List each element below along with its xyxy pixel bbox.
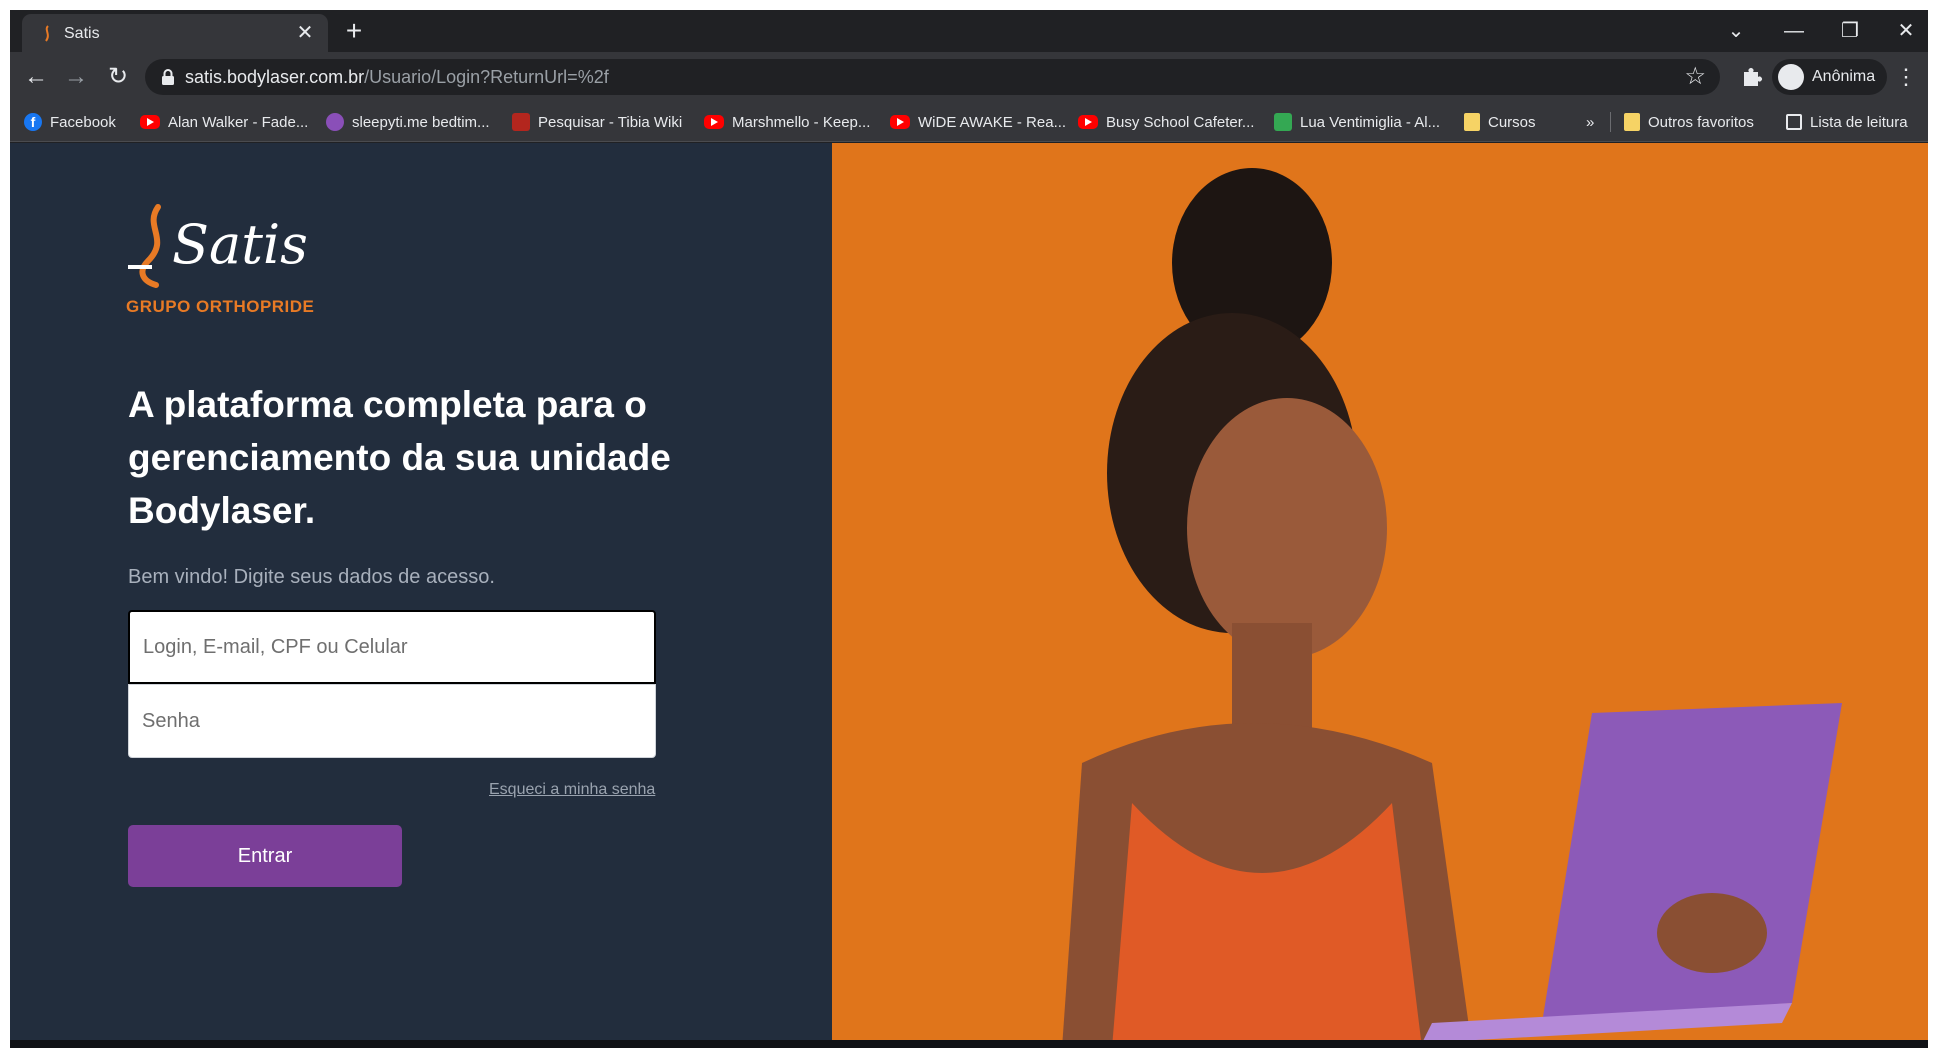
- bookmark-label: Busy School Cafeter...: [1106, 113, 1255, 131]
- bookmark-alan-walker[interactable]: Alan Walker - Fade...: [140, 111, 308, 133]
- other-bookmarks-label: Outros favoritos: [1648, 113, 1754, 131]
- sleepytime-icon: [326, 113, 344, 131]
- bookmark-busy-school[interactable]: Busy School Cafeter...: [1078, 111, 1254, 133]
- password-input[interactable]: [128, 684, 656, 758]
- facebook-icon: f: [24, 113, 42, 131]
- satis-logo: Satis GRUPO ORTHOPRIDE: [126, 203, 326, 316]
- forward-button[interactable]: →: [60, 61, 92, 93]
- url-host: satis.bodylaser.com.br: [185, 67, 365, 87]
- folder-icon: [1624, 113, 1640, 131]
- reload-button[interactable]: ↻: [102, 61, 134, 93]
- tab-title: Satis: [64, 25, 100, 42]
- tab-strip: Satis ✕ + ⌄ — ❐ ✕: [10, 10, 1928, 52]
- welcome-subtitle: Bem vindo! Digite seus dados de acesso.: [128, 566, 495, 588]
- browser-window: Satis ✕ + ⌄ — ❐ ✕ ← → ↻ satis.bodylaser.…: [10, 10, 1928, 1048]
- submit-button[interactable]: Entrar: [128, 825, 402, 887]
- bookmark-label: sleepyti.me bedtim...: [352, 113, 490, 131]
- back-button[interactable]: ←: [20, 61, 52, 93]
- tab-search-icon[interactable]: ⌄: [1716, 18, 1756, 44]
- bookmark-label: Alan Walker - Fade...: [168, 113, 309, 131]
- new-tab-button[interactable]: +: [340, 17, 368, 46]
- url-path: /Usuario/Login?ReturnUrl=%2f: [364, 67, 609, 87]
- incognito-icon: [1778, 64, 1804, 90]
- profile-label: Anônima: [1812, 68, 1876, 85]
- bookmarks-bar: f Facebook Alan Walker - Fade... sleepyt…: [10, 102, 1928, 142]
- bookmark-label: Marshmello - Keep...: [732, 113, 871, 131]
- forgot-password-link[interactable]: Esqueci a minha senha: [489, 781, 655, 799]
- reading-list-button[interactable]: Lista de leitura: [1786, 111, 1908, 133]
- map-icon: [1274, 113, 1292, 131]
- youtube-icon: [890, 115, 910, 129]
- login-panel: Satis GRUPO ORTHOPRIDE A plataforma comp…: [10, 143, 832, 1048]
- bookmark-folder-cursos[interactable]: Cursos: [1464, 111, 1536, 133]
- close-window-button[interactable]: ✕: [1886, 18, 1926, 44]
- bookmark-lua-ventimiglia[interactable]: Lua Ventimiglia - Al...: [1274, 111, 1440, 133]
- browser-menu-icon[interactable]: ⋮: [1894, 61, 1918, 93]
- taskbar-strip: [10, 1040, 1928, 1048]
- login-input[interactable]: [128, 610, 656, 684]
- restore-button[interactable]: ❐: [1830, 18, 1870, 44]
- browser-toolbar: ← → ↻ satis.bodylaser.com.br/Usuario/Log…: [10, 52, 1928, 102]
- tab-satis[interactable]: Satis ✕: [22, 14, 328, 52]
- profile-button[interactable]: Anônima: [1772, 59, 1887, 95]
- bookmark-label: Cursos: [1488, 113, 1536, 131]
- bookmark-marshmello[interactable]: Marshmello - Keep...: [704, 111, 870, 133]
- youtube-icon: [1078, 115, 1098, 129]
- satis-favicon-icon: [45, 25, 49, 42]
- bookmark-label: Pesquisar - Tibia Wiki: [538, 113, 683, 131]
- bookmark-label: Lua Ventimiglia - Al...: [1300, 113, 1441, 131]
- bookmark-sleepytime[interactable]: sleepyti.me bedtim...: [326, 111, 490, 133]
- bookmark-label: WiDE AWAKE - Rea...: [918, 113, 1067, 131]
- lock-icon: [162, 69, 174, 85]
- bookmarks-divider: [1610, 112, 1611, 132]
- logo-wordmark: Satis: [172, 213, 308, 276]
- bookmark-label: Facebook: [50, 113, 116, 131]
- hero-image-panel: [832, 143, 1928, 1048]
- extensions-puzzle-icon[interactable]: [1738, 64, 1764, 90]
- address-bar[interactable]: satis.bodylaser.com.br/Usuario/Login?Ret…: [145, 59, 1720, 95]
- page-headline: A plataforma completa para o gerenciamen…: [128, 384, 671, 531]
- logo-flame-icon: [128, 204, 161, 288]
- url-text: satis.bodylaser.com.br/Usuario/Login?Ret…: [185, 67, 609, 88]
- tab-close-icon[interactable]: ✕: [294, 22, 316, 44]
- bookmark-star-icon[interactable]: ☆: [1684, 63, 1706, 91]
- tibia-icon: [512, 113, 530, 131]
- bookmark-wide-awake[interactable]: WiDE AWAKE - Rea...: [890, 111, 1066, 133]
- bookmark-facebook[interactable]: f Facebook: [24, 111, 116, 133]
- page-content: Satis GRUPO ORTHOPRIDE A plataforma comp…: [10, 143, 1928, 1048]
- bookmarks-overflow-button[interactable]: »: [1586, 111, 1594, 133]
- minimize-button[interactable]: —: [1774, 18, 1814, 44]
- youtube-icon: [140, 115, 160, 129]
- folder-icon: [1464, 113, 1480, 131]
- youtube-icon: [704, 115, 724, 129]
- hero-woman-illustration: [1062, 168, 1842, 1048]
- reading-list-label: Lista de leitura: [1810, 113, 1908, 131]
- reading-list-icon: [1786, 114, 1802, 130]
- bookmark-tibia-wiki[interactable]: Pesquisar - Tibia Wiki: [512, 111, 682, 133]
- logo-subtitle: GRUPO ORTHOPRIDE: [126, 297, 315, 316]
- other-bookmarks-folder[interactable]: Outros favoritos: [1624, 111, 1754, 133]
